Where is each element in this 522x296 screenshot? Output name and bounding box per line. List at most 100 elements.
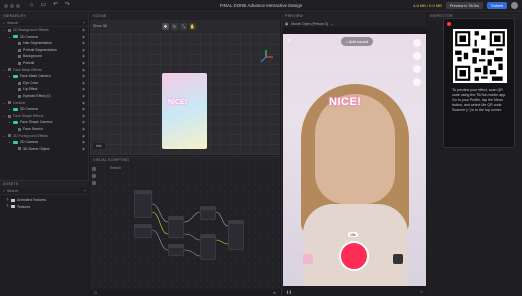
chevron-down-icon[interactable]: ⌄	[3, 67, 6, 74]
hierarchy-item[interactable]: Eye Color ◉	[0, 80, 88, 87]
chevron-down-icon[interactable]: ⌄	[3, 100, 6, 107]
chevron-down-icon[interactable]: ⌄	[8, 34, 11, 41]
avatar[interactable]	[511, 2, 518, 9]
hand-tool-icon[interactable]: ✋	[189, 23, 196, 30]
visibility-icon[interactable]: ◉	[82, 133, 85, 140]
visual-scripting-header: VISUAL SCRIPTING	[90, 157, 280, 164]
visibility-icon[interactable]: ◉	[82, 34, 85, 41]
visibility-icon[interactable]: ◉	[82, 113, 85, 120]
hierarchy-item[interactable]: Portrait Segmentation ◉	[0, 47, 88, 54]
visibility-icon[interactable]: ◉	[82, 80, 85, 87]
hierarchy-search[interactable]: ⌕ Search +	[0, 20, 88, 27]
graph-node[interactable]	[168, 244, 184, 256]
graph-node[interactable]	[168, 216, 184, 238]
chevron-down-icon[interactable]: ⌄	[8, 119, 11, 126]
preview-source-select[interactable]: Mouth Open (Person 3)	[291, 22, 328, 26]
visibility-icon[interactable]: ◉	[82, 106, 85, 113]
scene-viewport[interactable]: NICE!	[90, 33, 280, 155]
duration-badge[interactable]: 15s	[348, 232, 358, 237]
chevron-down-icon[interactable]: ⌄	[3, 113, 6, 120]
graph-node[interactable]	[134, 190, 152, 218]
visibility-icon[interactable]: ◉	[82, 73, 85, 80]
chevron-down-icon[interactable]: ⌄	[331, 22, 334, 26]
hierarchy-group[interactable]: ⌄ Face Mask Effects ◉	[0, 67, 88, 74]
add-asset-icon[interactable]: +	[84, 189, 86, 193]
group-tool-icon[interactable]	[92, 181, 96, 185]
hierarchy-item[interactable]: Portrait ◉	[0, 60, 88, 67]
preview-in-tiktok-button[interactable]: Preview in TikTok	[445, 2, 484, 9]
graph-node[interactable]	[200, 206, 216, 220]
visibility-icon[interactable]: ◉	[82, 100, 85, 107]
object-icon	[8, 101, 11, 105]
restart-icon[interactable]: ↻	[420, 290, 423, 294]
visibility-icon[interactable]: ◉	[82, 86, 85, 93]
video-icon[interactable]: ▣	[285, 22, 288, 26]
assets-search[interactable]: ⌕ Search +	[0, 188, 89, 195]
visibility-icon[interactable]: ◉	[82, 139, 85, 146]
hierarchy-item[interactable]: 3D Scene Object ◉	[0, 146, 88, 153]
close-icon[interactable]: ✕	[287, 38, 291, 44]
node-graph-canvas[interactable]	[90, 164, 280, 290]
speed-icon[interactable]	[413, 52, 421, 60]
assets-search-input[interactable]: Search	[7, 189, 18, 193]
show-3d-toggle[interactable]: Show 3D	[93, 24, 107, 28]
hierarchy-group[interactable]: ⌄ 2D Background Effects ◉	[0, 27, 88, 34]
beauty-icon[interactable]	[413, 65, 421, 73]
hierarchy-search-input[interactable]: Search	[7, 21, 18, 25]
chevron-down-icon[interactable]: ⌄	[8, 73, 11, 80]
visibility-icon[interactable]: ◉	[82, 146, 85, 153]
visibility-icon[interactable]: ◉	[82, 40, 85, 47]
hierarchy-group[interactable]: ⌄ Face Shape Effects ◉	[0, 113, 88, 120]
chevron-down-icon[interactable]: ⌄	[3, 133, 6, 140]
hierarchy-item[interactable]: Background ◉	[0, 53, 88, 60]
visibility-icon[interactable]: ◉	[82, 126, 85, 133]
cursor-tool-icon[interactable]	[92, 167, 96, 171]
hierarchy-group[interactable]: ⌄ 2D Foreground Effects ◉	[0, 133, 88, 140]
hierarchy-item[interactable]: ⌄ 3D Camera ◉	[0, 106, 88, 113]
visibility-icon[interactable]: ◉	[82, 27, 85, 34]
hierarchy-item[interactable]: ⌄ Face Shape Camera ◉	[0, 119, 88, 126]
visibility-icon[interactable]: ◉	[82, 93, 85, 100]
effect-preview-card[interactable]: NICE!	[162, 73, 207, 149]
fit-view-icon[interactable]: ⊡	[94, 291, 97, 295]
zoom-icon[interactable]: ⊕	[273, 291, 276, 295]
hierarchy-item[interactable]: Hair Segmentation ◉	[0, 40, 88, 47]
hierarchy-item[interactable]: ⌄ 2D Camera ◉	[0, 34, 88, 41]
graph-node[interactable]	[228, 220, 244, 250]
hierarchy-item[interactable]: ⌄ Face Mask Camera ◉	[0, 73, 88, 80]
hierarchy-item[interactable]: ⌄ 2D Camera ◉	[0, 139, 88, 146]
visibility-icon[interactable]: ◉	[82, 53, 85, 60]
hierarchy-item[interactable]: Eyelash Effect (0) ◉	[0, 93, 88, 100]
record-button[interactable]	[339, 241, 369, 271]
flip-camera-icon[interactable]	[413, 39, 421, 47]
graph-node[interactable]	[200, 234, 216, 260]
hierarchy-item[interactable]: Face Stretch ◉	[0, 126, 88, 133]
effects-icon[interactable]	[303, 254, 313, 264]
chevron-down-icon[interactable]: ⌄	[8, 139, 11, 146]
chevron-down-icon[interactable]: ⌄	[3, 27, 6, 34]
chevron-down-icon[interactable]: ⌄	[8, 106, 11, 113]
asset-folder[interactable]: › Animated Textures	[0, 197, 89, 204]
filters-icon[interactable]	[413, 78, 421, 86]
submit-button[interactable]: Submit	[487, 2, 507, 9]
upload-icon[interactable]	[393, 254, 403, 264]
rotate-tool-icon[interactable]: ↻	[171, 23, 178, 30]
visual-scripting-search[interactable]: Search	[110, 166, 121, 170]
info-button[interactable]: Info	[93, 143, 105, 149]
comment-tool-icon[interactable]	[92, 174, 96, 178]
hierarchy-item[interactable]: Lip Effect ◉	[0, 86, 88, 93]
add-icon[interactable]: +	[83, 21, 85, 25]
visibility-icon[interactable]: ◉	[82, 47, 85, 54]
asset-folder[interactable]: › Textures	[0, 203, 89, 211]
pause-icon[interactable]: ❚❚	[286, 290, 292, 294]
add-sound-button[interactable]: ♪ Add sound	[341, 37, 374, 46]
axis-gizmo-icon[interactable]	[258, 49, 274, 65]
hierarchy-group[interactable]: ⌄ Generic ◉	[0, 100, 88, 107]
visibility-icon[interactable]: ◉	[82, 60, 85, 67]
visibility-icon[interactable]: ◉	[82, 67, 85, 74]
phone-preview[interactable]: NICE! ♪ Add sound ✕ 15s	[283, 34, 426, 286]
scale-tool-icon[interactable]: ⤡	[180, 23, 187, 30]
visibility-icon[interactable]: ◉	[82, 119, 85, 126]
graph-node[interactable]	[134, 224, 152, 238]
move-tool-icon[interactable]: ✥	[162, 23, 169, 30]
